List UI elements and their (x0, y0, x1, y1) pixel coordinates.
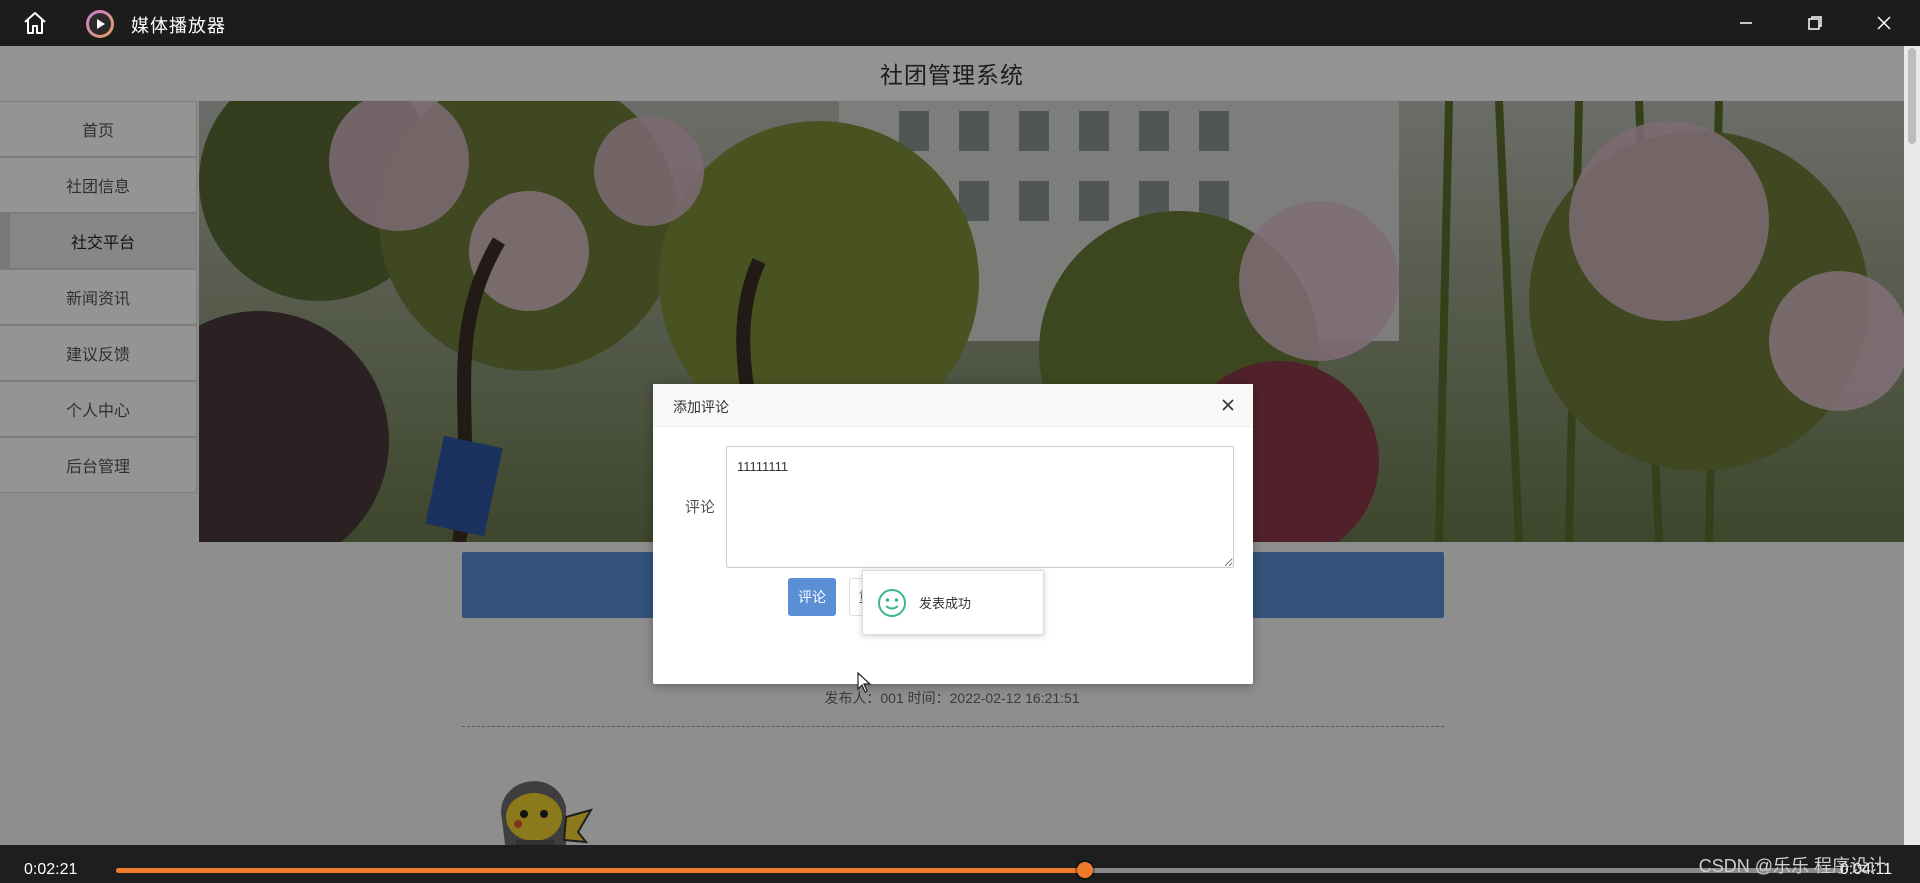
page-scrollbar[interactable] (1904, 46, 1920, 845)
close-window-button[interactable] (1862, 8, 1906, 38)
player-controls: 0:02:21 0:04:11 CSDN @乐乐 程序设计 (0, 845, 1920, 883)
submit-comment-button[interactable]: 评论 (788, 578, 836, 616)
comment-label: 评论 (685, 499, 716, 516)
seek-bar-handle[interactable] (1076, 862, 1093, 878)
web-page: 社团管理系统 首页 社团信息 社交平台 新闻资讯 建议反馈 个人中心 后台管理 (0, 46, 1904, 845)
restore-button[interactable] (1793, 8, 1837, 38)
home-icon (24, 12, 46, 34)
close-icon (1877, 16, 1891, 30)
comment-textarea[interactable]: 11111111 (726, 446, 1234, 568)
minimize-icon (1740, 22, 1752, 24)
seek-bar[interactable] (116, 862, 1841, 878)
success-toast: 发表成功 (862, 570, 1044, 635)
home-button[interactable] (18, 9, 52, 37)
smile-icon (878, 588, 906, 617)
seek-bar-progress (116, 868, 1085, 873)
minimize-button[interactable] (1724, 8, 1768, 38)
dialog-header: 添加评论 (653, 384, 1253, 427)
add-comment-dialog: 添加评论 评论 11111111 评论 重置 (653, 384, 1253, 684)
dialog-close-button[interactable] (1217, 394, 1239, 416)
restore-icon (1808, 16, 1822, 30)
watermark: CSDN @乐乐 程序设计 (1698, 856, 1886, 876)
scrollbar-thumb[interactable] (1908, 48, 1916, 144)
toast-message: 发表成功 (919, 596, 972, 611)
current-time: 0:02:21 (24, 861, 78, 878)
media-player-logo-icon (86, 10, 114, 38)
close-icon (1222, 399, 1234, 411)
player-title-bar: 媒体播放器 (0, 0, 1920, 46)
dialog-title: 添加评论 (673, 399, 729, 415)
mouse-cursor-icon (857, 672, 872, 693)
app-title: 媒体播放器 (131, 16, 226, 36)
